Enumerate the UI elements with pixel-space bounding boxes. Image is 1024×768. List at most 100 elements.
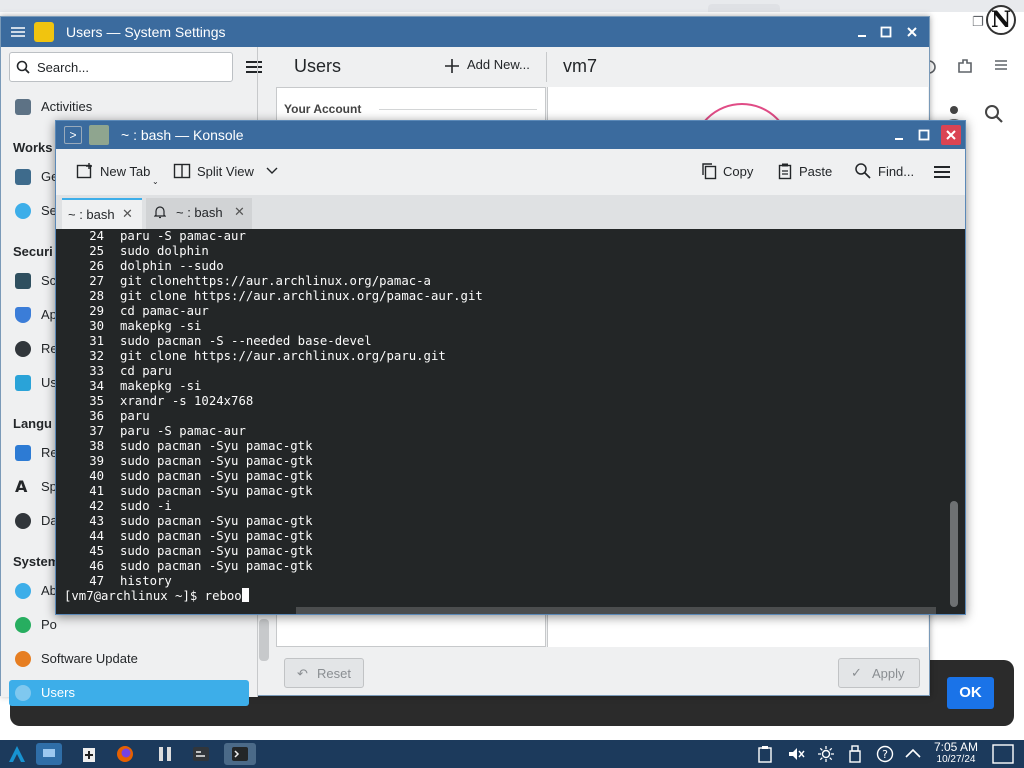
prompt-line[interactable]: [vm7@archlinux ~]$ reboo [64,588,249,604]
history-line: 37 paru -S pamac-aur [64,424,246,439]
paste-button[interactable]: Paste [777,162,832,180]
terminal-scrollbar[interactable] [950,501,958,607]
history-number: 38 [89,439,104,453]
firefox-icon[interactable] [112,743,138,765]
pause-app-icon[interactable] [152,743,178,765]
find-button[interactable]: Find... [854,162,914,180]
terminal-output[interactable]: 24 paru -S pamac-aur 25 sudo dolphin 26 dolph… [56,229,965,614]
konsole-menu-icon[interactable] [933,165,951,179]
history-line: 28 git clone https://aur.archlinux.org/pa… [64,289,483,304]
clock-date[interactable]: 10/27/24 [925,754,987,765]
window-menu-icon[interactable] [9,24,27,40]
history-command: sudo pacman -S --needed base-devel [120,334,372,348]
maximize-button[interactable] [877,23,895,41]
history-command: git clonehttps://aur.archlinux.org/pamac… [120,274,431,288]
settings-app-icon [34,22,54,42]
your-account-heading: Your Account [284,102,362,116]
history-command: makepkg -si [120,319,202,333]
chevron-up-icon[interactable] [905,747,921,759]
search-icon[interactable] [984,104,1004,124]
restore-icon[interactable]: ❐ [972,14,984,30]
history-line: 27 git clonehttps://aur.archlinux.org/pam… [64,274,431,289]
new-tab-button[interactable]: New Tab [76,162,150,180]
konsole-titlebar[interactable]: > ~ : bash — Konsole [56,121,965,149]
screen-lock-icon [15,273,31,289]
tab-label: ~ : bash [68,207,115,222]
volume-muted-icon[interactable] [787,745,805,763]
info-icon [15,583,31,599]
settings-titlebar[interactable]: Users — System Settings [1,17,929,47]
history-number: 24 [89,229,104,243]
help-icon[interactable]: ? [876,745,894,763]
history-command: sudo pacman -Syu pamac-gtk [120,559,313,573]
close-tab-icon[interactable]: ✕ [234,204,245,220]
history-number: 44 [89,529,104,543]
minimize-button[interactable] [853,23,871,41]
sidebar-item-power[interactable]: Po [9,612,249,638]
window-pin-icon[interactable] [89,125,109,145]
hamburger-menu-icon[interactable] [245,60,263,74]
puzzle-icon[interactable] [956,57,974,75]
chevron-down-icon[interactable]: ⌄ [152,177,159,186]
svg-text:?: ? [882,748,888,761]
history-line: 29 cd pamac-aur [64,304,209,319]
usb-device-icon[interactable] [849,745,861,763]
sidebar-item-users[interactable]: Users [9,680,249,706]
software-update-icon [15,651,31,667]
clipboard-icon[interactable] [758,745,772,763]
history-line: 40 sudo pacman -Syu pamac-gtk [64,469,312,484]
browser-tab[interactable] [708,4,780,12]
ok-button[interactable]: OK [947,677,994,709]
add-new-user-button[interactable]: Add New... [467,57,530,72]
history-command: sudo pacman -Syu pamac-gtk [120,439,313,453]
history-command: xrandr -s 1024x768 [120,394,254,408]
maximize-button[interactable] [915,126,933,144]
history-number: 40 [89,469,104,483]
copy-label: Copy [723,163,754,179]
minimize-button[interactable] [890,126,908,144]
sidebar-section-security: Securi [13,244,53,259]
peek-desktop-icon[interactable] [992,744,1014,764]
region-icon [15,445,31,461]
history-line: 35 xrandr -s 1024x768 [64,394,253,409]
package-manager-icon[interactable] [76,743,102,765]
history-command: paru -S pamac-aur [120,229,246,243]
copy-button[interactable]: Copy [701,162,753,180]
clock-time[interactable]: 7:05 AM [925,740,987,754]
sidebar-item-label: Sc [41,273,57,288]
command-input[interactable]: reboo [205,589,242,603]
sidebar-scrollbar[interactable] [259,619,269,661]
close-tab-icon[interactable]: ✕ [122,206,133,222]
close-button[interactable] [941,125,961,145]
brightness-icon[interactable] [817,745,835,763]
find-icon [855,163,871,179]
taskbar: ? 7:05 AM 10/27/24 [0,740,1024,768]
paste-label: Paste [799,163,833,179]
history-command: dolphin --sudo [120,259,224,273]
tab-bash-1[interactable]: ~ : bash ✕ [62,198,142,229]
find-label: Find... [878,163,915,179]
history-line: 25 sudo dolphin [64,244,209,259]
close-button[interactable] [903,23,921,41]
system-settings-task-icon[interactable] [188,743,214,765]
sidebar-item-software-update[interactable]: Software Update [9,646,249,672]
reset-button[interactable]: ↶ Reset [284,658,364,688]
apply-button[interactable]: ✓ Apply [838,658,920,688]
tab-bash-2[interactable]: ~ : bash ✕ [146,198,252,229]
window-title: Users — System Settings [66,24,226,40]
browser-menu-icon[interactable] [993,57,1009,73]
sidebar-item-activities[interactable]: Activities [9,94,249,120]
search-field[interactable]: Search... [9,52,233,82]
checkmark-icon: ✓ [851,665,862,680]
history-command: sudo dolphin [120,244,209,258]
history-command: git clone https://aur.archlinux.org/pama… [120,289,483,303]
line-highlight [296,607,936,614]
konsole-task-icon[interactable] [224,743,256,765]
spell-check-icon: A [15,477,28,496]
tab-label: ~ : bash [176,205,223,220]
split-view-button[interactable]: Split View [173,162,278,180]
history-line: 47 history [64,574,172,589]
application-launcher-icon[interactable] [4,743,30,765]
history-command: git clone https://aur.archlinux.org/paru… [120,349,446,363]
show-desktop-icon[interactable] [36,743,62,765]
